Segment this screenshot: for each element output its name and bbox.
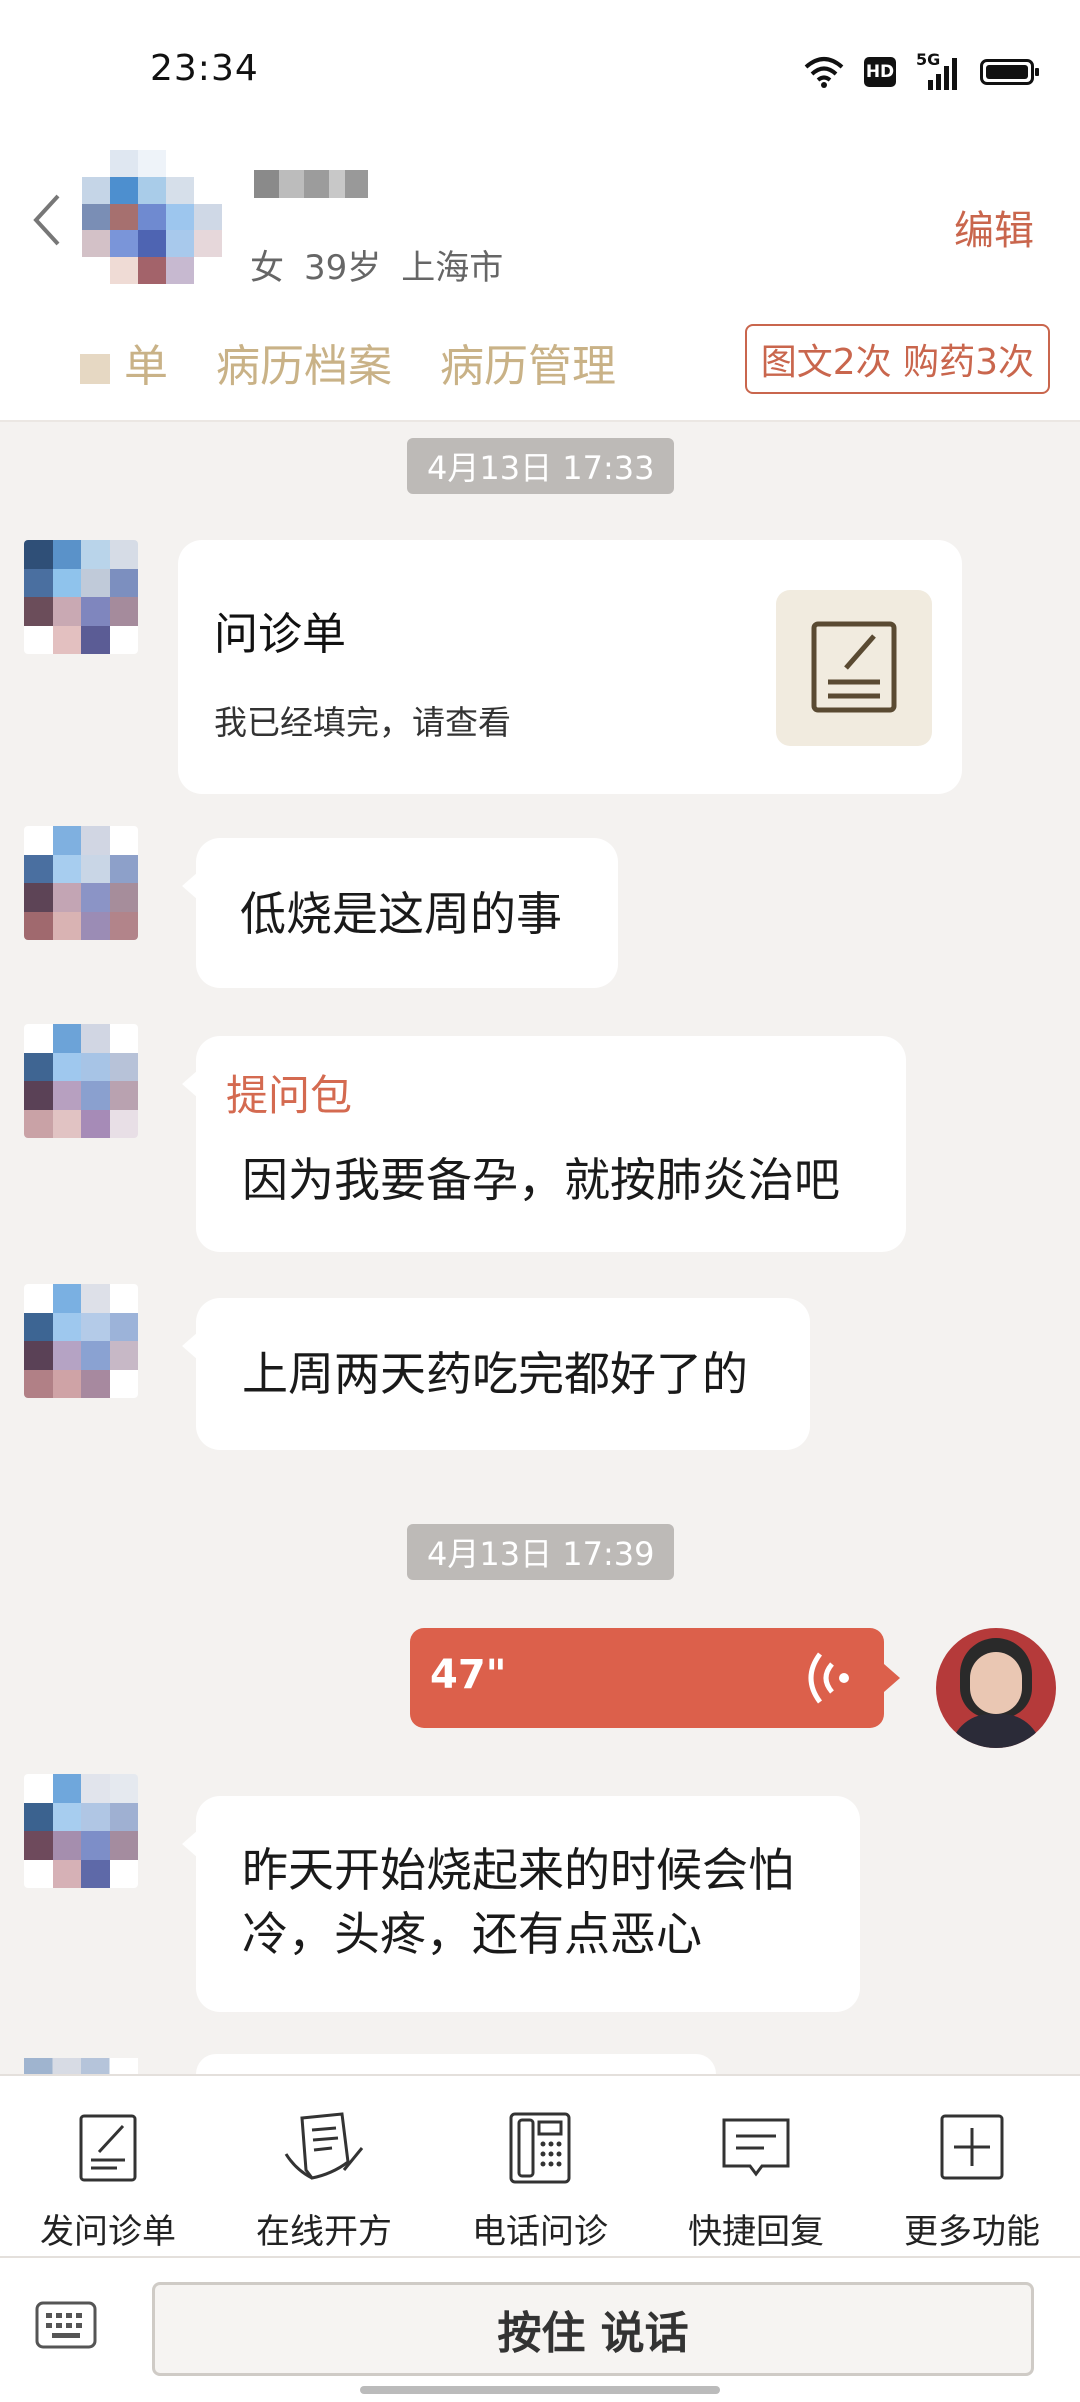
patient-avatar[interactable] bbox=[82, 150, 222, 284]
quick-reply-icon bbox=[722, 2118, 790, 2177]
message-text: 低烧是这周的事 bbox=[240, 887, 562, 941]
bubble-tail bbox=[884, 1664, 900, 1692]
chat-bubble-incoming[interactable]: 提问包 因为我要备孕，就按肺炎治吧 bbox=[182, 1036, 906, 1252]
chat-timestamp: 4月13日 17:33 bbox=[407, 438, 675, 494]
chat-bubble-incoming[interactable]: 低烧是这周的事 bbox=[182, 838, 618, 988]
form-icon bbox=[79, 2114, 137, 2182]
tool-label: 电话问诊 bbox=[472, 2212, 608, 2252]
tab-record-management[interactable]: 病历管理 bbox=[440, 330, 616, 394]
patient-name-redacted bbox=[254, 170, 368, 198]
hd-icon: HD bbox=[864, 57, 896, 87]
patient-chat-avatar[interactable] bbox=[24, 1284, 138, 1398]
patient-info: 女 39岁 上海市 bbox=[250, 240, 523, 289]
keyboard-icon[interactable] bbox=[34, 2300, 98, 2350]
tool-label: 在线开方 bbox=[256, 2212, 392, 2252]
wifi-icon bbox=[804, 57, 844, 88]
status-time: 23:34 bbox=[150, 48, 259, 89]
form-card-title: 问诊单 bbox=[214, 609, 346, 660]
edit-button[interactable]: 编辑 bbox=[954, 198, 1034, 256]
chat-bubble-incoming[interactable]: 上周两天药吃完都好了的 bbox=[182, 1298, 810, 1450]
home-indicator[interactable] bbox=[360, 2386, 720, 2394]
bubble-tail bbox=[182, 872, 198, 900]
hd-label: HD bbox=[865, 62, 895, 82]
plus-box-icon bbox=[940, 2114, 1004, 2180]
chat-bubble-incoming[interactable]: 昨天开始烧起来的时候会怕 冷，头疼，还有点恶心 bbox=[182, 1796, 860, 2012]
message-text-line2: 冷，头疼，还有点恶心 bbox=[242, 1907, 702, 1961]
patient-chat-avatar-partial[interactable] bbox=[24, 2058, 138, 2074]
patient-chat-avatar[interactable] bbox=[24, 1024, 138, 1138]
bubble-tail bbox=[182, 1070, 198, 1098]
tab-records[interactable]: 病历档案 bbox=[216, 330, 392, 394]
tool-label: 发问诊单 bbox=[40, 2212, 176, 2252]
patient-gender: 女 bbox=[250, 248, 284, 288]
online-prescription-button[interactable]: 在线开方 bbox=[216, 2076, 432, 2258]
patient-chat-avatar[interactable] bbox=[24, 540, 138, 654]
patient-tabs: 单 病历档案 病历管理 bbox=[80, 330, 616, 394]
chat-timestamp: 4月13日 17:39 bbox=[407, 1524, 675, 1580]
voice-message-bubble[interactable]: 47" bbox=[410, 1628, 900, 1728]
message-text: 因为我要备孕，就按肺炎治吧 bbox=[242, 1153, 840, 1207]
signal-icon: 5G bbox=[916, 50, 960, 90]
back-icon[interactable] bbox=[30, 190, 64, 250]
status-bar: 23:34 HD 5G bbox=[0, 0, 1080, 130]
tool-label: 快捷回复 bbox=[688, 2212, 824, 2252]
service-count-badge[interactable]: 图文2次 购药3次 bbox=[744, 324, 1050, 394]
network-label: 5G bbox=[916, 50, 941, 69]
patient-chat-avatar[interactable] bbox=[24, 826, 138, 940]
form-card-subtitle: 我已经填完，请查看 bbox=[214, 703, 511, 742]
message-text: 上周两天药吃完都好了的 bbox=[242, 1347, 748, 1401]
question-pack-tag: 提问包 bbox=[226, 1071, 353, 1120]
status-icons: HD 5G bbox=[804, 50, 1039, 92]
chat-bubble-partial[interactable] bbox=[196, 2054, 716, 2074]
action-toolbar: 发问诊单 在线开方 电话问诊 快捷回复 更多功能 bbox=[0, 2074, 1080, 2258]
hold-to-talk-button[interactable]: 按住 说话 bbox=[152, 2282, 1034, 2376]
bubble-tail bbox=[182, 1830, 198, 1858]
patient-age: 39岁 bbox=[304, 248, 382, 288]
bubble-tail bbox=[182, 1332, 198, 1360]
patient-city: 上海市 bbox=[401, 248, 504, 288]
battery-icon bbox=[980, 59, 1039, 85]
tool-label: 更多功能 bbox=[904, 2212, 1040, 2252]
message-text-line1: 昨天开始烧起来的时候会怕 bbox=[242, 1843, 794, 1897]
prescription-icon bbox=[284, 2112, 364, 2180]
send-form-button[interactable]: 发问诊单 bbox=[0, 2076, 216, 2258]
tab-form-label: 单 bbox=[124, 341, 168, 392]
form-icon bbox=[811, 621, 897, 713]
tab-redacted-mark bbox=[80, 354, 110, 384]
quick-reply-button[interactable]: 快捷回复 bbox=[648, 2076, 864, 2258]
more-functions-button[interactable]: 更多功能 bbox=[864, 2076, 1080, 2258]
form-card[interactable]: 问诊单 我已经填完，请查看 bbox=[178, 540, 962, 794]
voice-wave-icon bbox=[808, 1652, 849, 1704]
patient-chat-avatar[interactable] bbox=[24, 1774, 138, 1888]
phone-icon bbox=[509, 2112, 571, 2184]
form-card-icon-box bbox=[776, 590, 932, 746]
voice-duration: 47" bbox=[430, 1652, 507, 1698]
tab-form[interactable]: 单 bbox=[80, 330, 168, 394]
doctor-avatar[interactable] bbox=[936, 1628, 1056, 1748]
phone-consult-button[interactable]: 电话问诊 bbox=[432, 2076, 648, 2258]
